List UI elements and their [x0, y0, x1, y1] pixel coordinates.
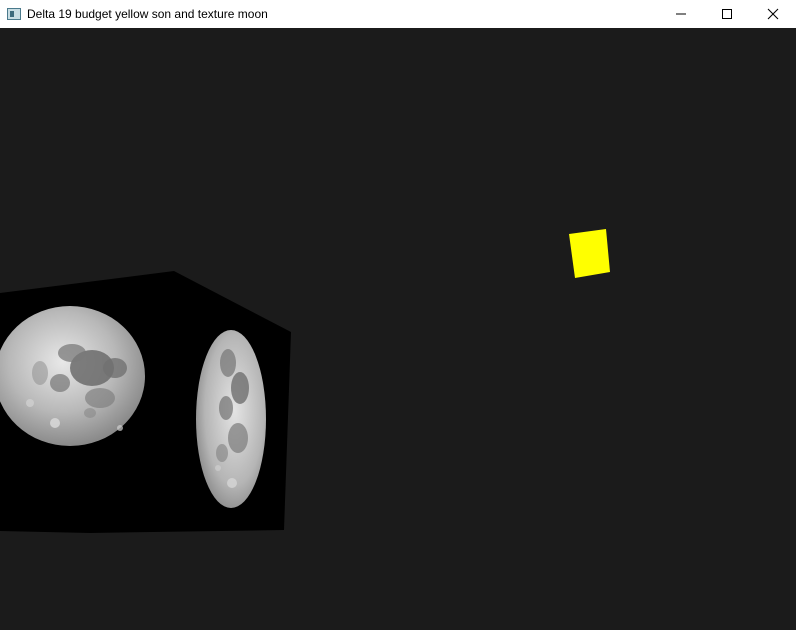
window-title: Delta 19 budget yellow son and texture m…	[27, 7, 268, 21]
moon-texture-side	[196, 330, 266, 508]
render-viewport[interactable]	[0, 28, 796, 630]
title-bar[interactable]: Delta 19 budget yellow son and texture m…	[0, 0, 796, 28]
console-output-clipped	[0, 622, 796, 630]
minimize-icon	[676, 13, 686, 15]
close-icon	[767, 8, 779, 20]
app-window-icon	[7, 8, 21, 20]
maximize-icon	[722, 9, 732, 19]
maximize-button[interactable]	[704, 0, 750, 28]
moon-cube	[0, 271, 291, 533]
yellow-sun	[569, 229, 610, 278]
scene-canvas	[0, 229, 610, 533]
moon-texture-front	[0, 306, 145, 446]
close-button[interactable]	[750, 0, 796, 28]
minimize-button[interactable]	[658, 0, 704, 28]
